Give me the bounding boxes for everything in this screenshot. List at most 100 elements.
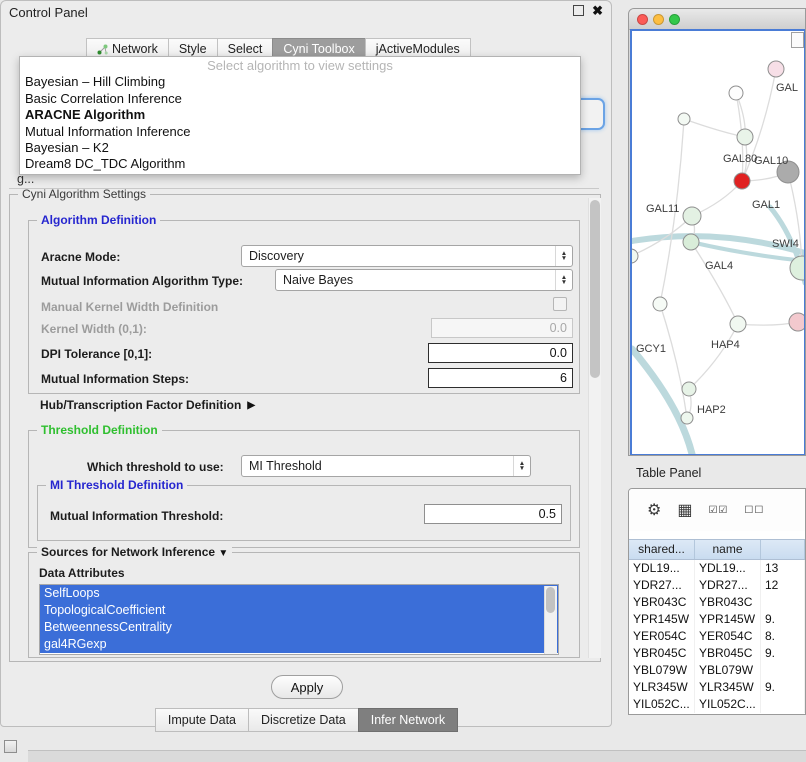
network-node[interactable] (653, 297, 667, 311)
list-scrollbar[interactable] (544, 586, 557, 655)
aracne-mode-label: Aracne Mode: (41, 250, 120, 264)
network-node[interactable] (683, 234, 699, 250)
which-threshold-value: MI Threshold (249, 459, 322, 473)
table-row[interactable]: YPR145WYPR145W9. (629, 611, 805, 628)
table-cell: YBR043C (629, 594, 695, 611)
table-cell: YBR043C (695, 594, 761, 611)
algorithm-option[interactable]: Bayesian – Hill Climbing (20, 74, 580, 90)
aracne-mode-combo[interactable]: Discovery ▲▼ (241, 245, 573, 267)
table-cell: YPR145W (629, 611, 695, 628)
close-light-icon[interactable] (637, 14, 648, 25)
network-node-label: GAL1 (752, 199, 780, 211)
table-cell: 13 (761, 560, 805, 577)
which-threshold-combo[interactable]: MI Threshold ▲▼ (241, 455, 531, 477)
network-edge-thick (632, 349, 692, 454)
network-node[interactable] (729, 86, 743, 100)
collapse-triangle-icon: ▼ (218, 548, 228, 559)
attribute-item[interactable]: SelfLoops (40, 585, 558, 602)
network-node[interactable] (683, 207, 701, 225)
divider-line (9, 188, 599, 189)
birdseye-toggle-icon[interactable] (791, 32, 804, 48)
minimize-light-icon[interactable] (653, 14, 664, 25)
zoom-light-icon[interactable] (669, 14, 680, 25)
attribute-item[interactable]: BetweennessCentrality (40, 619, 558, 636)
algorithm-option[interactable]: Bayesian – K2 (20, 140, 580, 156)
network-view-window: GALGAL80GAL10GAL11GAL1SWI4GAL4GCY1HAP4HA… (628, 8, 806, 456)
gear-icon[interactable]: ⚙ (647, 500, 661, 520)
network-node[interactable] (737, 129, 753, 145)
deselect-all-icon[interactable]: ☐☐ (744, 505, 764, 516)
table-header: shared... name (629, 539, 805, 560)
algorithm-option[interactable]: Basic Correlation Inference (20, 91, 580, 107)
mi-type-combo[interactable]: Naive Bayes ▲▼ (275, 269, 573, 291)
cyni-settings-group: Cyni Algorithm Settings Algorithm Defini… (9, 194, 601, 662)
network-edge (660, 304, 687, 418)
algorithm-popup-items: Bayesian – Hill ClimbingBasic Correlatio… (20, 74, 580, 172)
network-node[interactable] (682, 382, 696, 396)
algorithm-option[interactable]: Dream8 DC_TDC Algorithm (20, 156, 580, 172)
table-cell: 9. (761, 679, 805, 696)
network-node-label: SWI4 (772, 238, 799, 250)
column-header-extra[interactable] (761, 540, 805, 559)
table-cell: YDR27... (629, 577, 695, 594)
bottom-tab-impute-data[interactable]: Impute Data (155, 708, 249, 732)
network-node-label: GAL4 (705, 260, 733, 272)
attribute-item[interactable]: TopologicalCoefficient (40, 602, 558, 619)
table-cell: YDL19... (695, 560, 761, 577)
bottom-tab-infer-network[interactable]: Infer Network (358, 708, 458, 732)
table-cell: YDL19... (629, 560, 695, 577)
table-row[interactable]: YIL052C...YIL052C... (629, 696, 805, 713)
network-edge (691, 242, 738, 324)
network-node[interactable] (768, 61, 784, 77)
dpi-tolerance-field[interactable] (428, 343, 573, 363)
mi-steps-field[interactable] (428, 368, 573, 388)
network-node[interactable] (681, 412, 693, 424)
table-cell (761, 594, 805, 611)
algorithm-popup: Select algorithm to view settings Bayesi… (19, 56, 581, 175)
hub-definition-toggle[interactable]: Hub/Transcription Factor Definition ▶ (40, 398, 255, 412)
algorithm-option[interactable]: Mutual Information Inference (20, 124, 580, 140)
panel-toggle-icon[interactable] (4, 740, 17, 753)
settings-scrollbar[interactable] (588, 198, 601, 658)
table-cell: 9. (761, 611, 805, 628)
algorithm-option[interactable]: ARACNE Algorithm (20, 107, 580, 123)
popup-placeholder: Select algorithm to view settings (20, 58, 580, 74)
float-window-icon[interactable] (573, 5, 584, 16)
network-window-titlebar[interactable] (629, 9, 805, 30)
table-row[interactable]: YER054CYER054C8. (629, 628, 805, 645)
network-node[interactable] (734, 173, 750, 189)
table-row[interactable]: YLR345WYLR345W9. (629, 679, 805, 696)
table-cell: 8. (761, 628, 805, 645)
network-node[interactable] (789, 313, 804, 331)
close-icon[interactable]: ✖ (592, 5, 603, 16)
mi-type-label: Mutual Information Algorithm Type: (41, 274, 243, 288)
bottom-tab-bar: Impute DataDiscretize DataInfer Network (1, 708, 613, 732)
network-node[interactable] (730, 316, 746, 332)
bottom-tab-discretize-data[interactable]: Discretize Data (248, 708, 359, 732)
column-header-name[interactable]: name (695, 540, 761, 559)
network-node-label: GAL80 (723, 153, 757, 165)
columns-icon[interactable]: ▦ (677, 500, 692, 520)
table-row[interactable]: YBR043CYBR043C (629, 594, 805, 611)
apply-button[interactable]: Apply (271, 675, 343, 699)
network-graph-svg: GALGAL80GAL10GAL11GAL1SWI4GAL4GCY1HAP4HA… (632, 31, 804, 454)
table-cell: YBL079W (629, 662, 695, 679)
table-row[interactable]: YDR27...YDR27...12 (629, 577, 805, 594)
sources-group-title[interactable]: Sources for Network Inference ▼ (37, 545, 232, 559)
table-row[interactable]: YBR045CYBR045C9. (629, 645, 805, 662)
table-cell: YDR27... (695, 577, 761, 594)
attribute-item[interactable]: gal4RGexp (40, 636, 558, 653)
table-row[interactable]: YDL19...YDL19...13 (629, 560, 805, 577)
tab-label: Style (179, 42, 207, 56)
network-node-label: HAP4 (711, 339, 740, 351)
network-node[interactable] (632, 249, 638, 263)
network-canvas[interactable]: GALGAL80GAL10GAL11GAL1SWI4GAL4GCY1HAP4HA… (630, 29, 806, 456)
table-cell (761, 662, 805, 679)
table-row[interactable]: YBL079WYBL079W (629, 662, 805, 679)
select-all-icon[interactable]: ☑☑ (708, 505, 728, 516)
network-node[interactable] (678, 113, 690, 125)
column-header-shared[interactable]: shared... (629, 540, 695, 559)
algorithm-definition-group: Algorithm Definition Aracne Mode: Discov… (28, 220, 580, 394)
mi-threshold-field[interactable] (424, 504, 562, 524)
network-edge (689, 324, 738, 389)
